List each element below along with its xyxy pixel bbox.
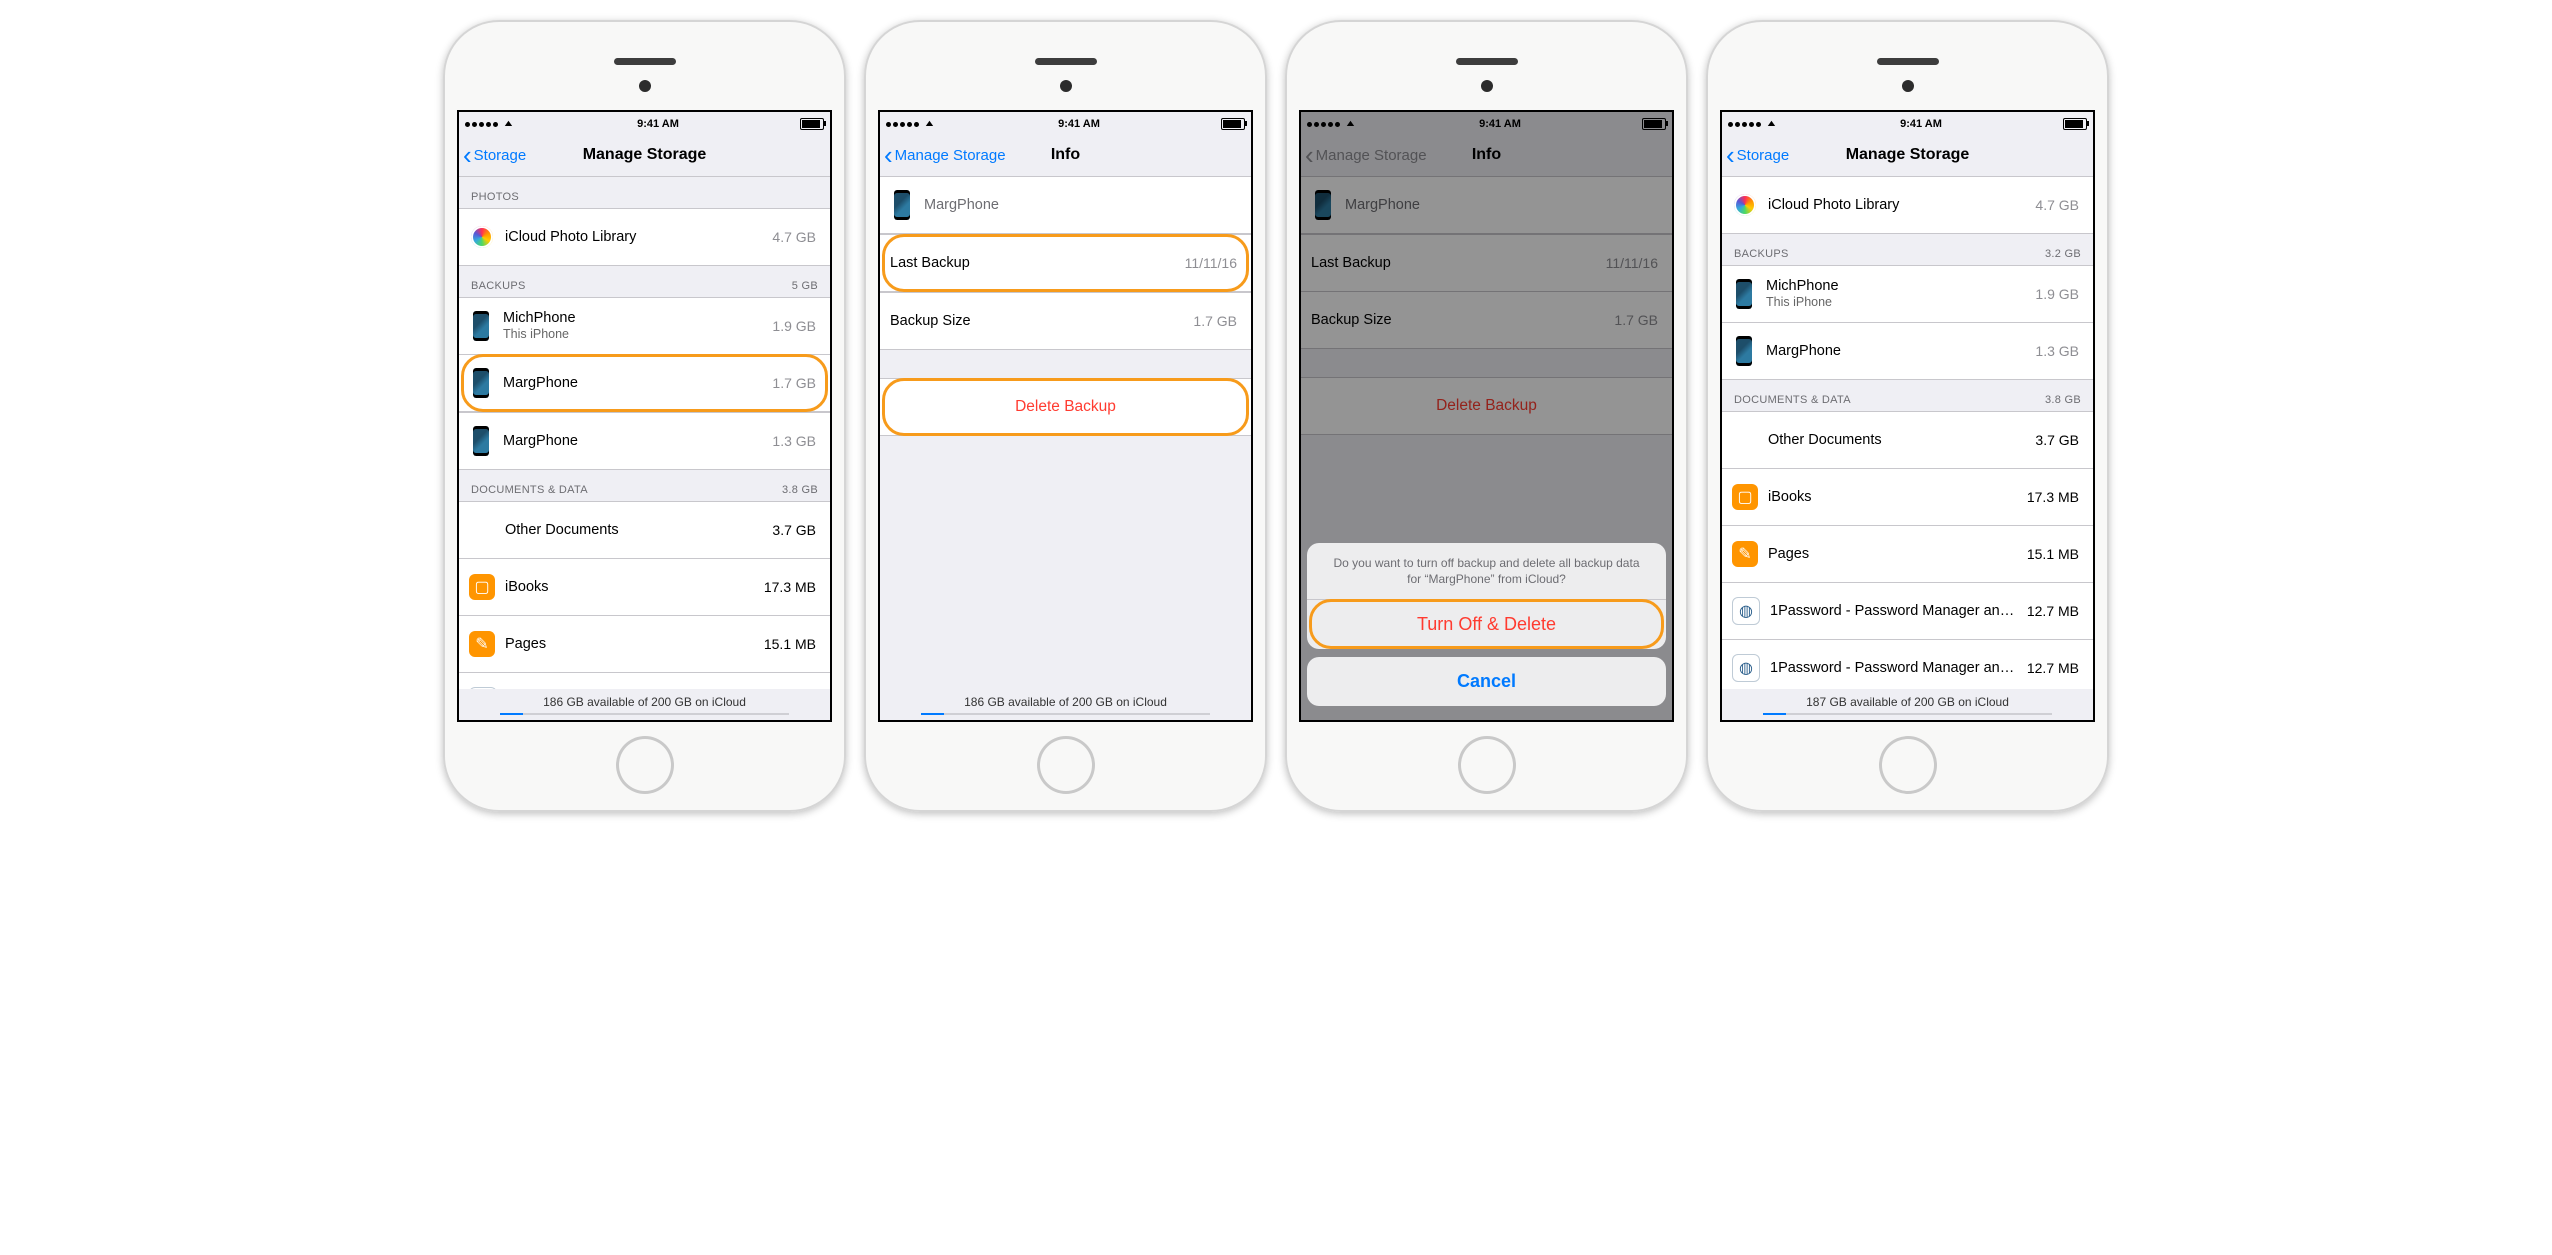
battery-icon <box>1221 118 1245 130</box>
photos-icon <box>469 224 495 250</box>
ibooks-icon: ▢ <box>469 574 495 600</box>
cloud-icon: ☁︎ <box>1732 427 1758 453</box>
phone-frame: 9:41 AM ‹Storage Manage Storage PHOTOS i… <box>443 20 846 812</box>
status-time: 9:41 AM <box>637 118 679 130</box>
section-header-photos: PHOTOS <box>459 177 830 208</box>
onepassword-icon: ◍ <box>1732 597 1760 625</box>
device-icon <box>473 368 489 398</box>
row-backup-size: Backup Size 1.7 GB <box>880 292 1251 350</box>
chevron-left-icon: ‹ <box>884 145 893 165</box>
screen-delete-confirm: 9:41 AM ‹Manage Storage Info MargPhone L… <box>1299 110 1674 722</box>
device-icon <box>473 311 489 341</box>
chevron-left-icon: ‹ <box>463 145 472 165</box>
turn-off-and-delete-button[interactable]: Turn Off & Delete <box>1307 599 1666 649</box>
status-bar: 9:41 AM <box>880 112 1251 134</box>
backup-row-margphone-highlighted[interactable]: MargPhone 1.7 GB <box>459 354 830 412</box>
nav-bar: ‹Manage Storage Info <box>880 134 1251 177</box>
ibooks-icon: ▢ <box>1732 484 1758 510</box>
wifi-icon <box>504 120 516 129</box>
docs-row-other[interactable]: ☁︎ Other Documents 3.7 GB <box>459 501 830 558</box>
cloud-icon: ☁︎ <box>469 517 495 543</box>
docs-row-ibooks[interactable]: ▢ iBooks 17.3 MB <box>459 558 830 615</box>
section-header-docs: DOCUMENTS & DATA3.8 GB <box>1722 380 2093 411</box>
row-last-backup: Last Backup 11/11/16 <box>880 234 1251 292</box>
device-name: MargPhone <box>924 197 1241 213</box>
storage-footer: 186 GB available of 200 GB on iCloud <box>459 689 830 722</box>
device-icon <box>1736 279 1752 309</box>
action-sheet: Do you want to turn off backup and delet… <box>1307 543 1666 714</box>
status-time: 9:41 AM <box>1900 118 1942 130</box>
wifi-icon <box>925 120 937 129</box>
backup-row-michphone[interactable]: MichPhoneThis iPhone 1.9 GB <box>459 297 830 354</box>
device-header-row: MargPhone <box>880 177 1251 234</box>
nav-bar: ‹Storage Manage Storage <box>459 134 830 177</box>
section-header-backups: BACKUPS3.2 GB <box>1722 234 2093 265</box>
battery-icon <box>2063 118 2087 130</box>
status-bar: 9:41 AM <box>459 112 830 134</box>
chevron-left-icon: ‹ <box>1726 145 1735 165</box>
device-icon <box>894 190 910 220</box>
docs-row-other[interactable]: ☁︎ Other Documents 3.7 GB <box>1722 411 2093 468</box>
phone-frame: 9:41 AM ‹Manage Storage Info MargPhone L… <box>864 20 1267 812</box>
backup-row-margphone-2[interactable]: MargPhone 1.3 GB <box>459 412 830 470</box>
wifi-icon <box>1767 120 1779 129</box>
back-label: Manage Storage <box>895 147 1006 164</box>
section-header-backups: BACKUPS5 GB <box>459 266 830 297</box>
phone-frame: 9:41 AM ‹Storage Manage Storage iCloud P… <box>1706 20 2109 812</box>
device-icon <box>1736 336 1752 366</box>
cell-icloud-photo-library[interactable]: iCloud Photo Library 4.7 GB <box>459 208 830 266</box>
docs-row-1password-1[interactable]: ◍ 1Password - Password Manager an… 12.7 … <box>1722 582 2093 639</box>
storage-footer: 187 GB available of 200 GB on iCloud <box>1722 689 2093 722</box>
screen-backup-info: 9:41 AM ‹Manage Storage Info MargPhone L… <box>878 110 1253 722</box>
section-header-docs: DOCUMENTS & DATA3.8 GB <box>459 470 830 501</box>
onepassword-icon: ◍ <box>1732 654 1760 682</box>
backup-row-margphone[interactable]: MargPhone 1.3 GB <box>1722 322 2093 380</box>
docs-row-pages[interactable]: ✎ Pages 15.1 MB <box>1722 525 2093 582</box>
status-bar: 9:41 AM <box>1722 112 2093 134</box>
docs-row-1password-2[interactable]: ◍ 1Password - Password Manager an… 12.7 … <box>1722 639 2093 696</box>
docs-row-ibooks[interactable]: ▢ iBooks 17.3 MB <box>1722 468 2093 525</box>
docs-row-pages[interactable]: ✎ Pages 15.1 MB <box>459 615 830 672</box>
backup-row-michphone[interactable]: MichPhoneThis iPhone 1.9 GB <box>1722 265 2093 322</box>
status-time: 9:41 AM <box>1058 118 1100 130</box>
battery-icon <box>800 118 824 130</box>
back-label: Storage <box>1737 147 1790 164</box>
cancel-button[interactable]: Cancel <box>1307 657 1666 706</box>
pages-icon: ✎ <box>1732 541 1758 567</box>
back-button[interactable]: ‹Storage <box>1722 145 1789 165</box>
back-button[interactable]: ‹Storage <box>459 145 526 165</box>
phone-frame: 9:41 AM ‹Manage Storage Info MargPhone L… <box>1285 20 1688 812</box>
back-label: Storage <box>474 147 527 164</box>
back-button[interactable]: ‹Manage Storage <box>880 145 1006 165</box>
screen-manage-storage-2: 9:41 AM ‹Storage Manage Storage iCloud P… <box>1720 110 2095 722</box>
action-sheet-message: Do you want to turn off backup and delet… <box>1307 543 1666 599</box>
nav-bar: ‹Storage Manage Storage <box>1722 134 2093 177</box>
device-icon <box>473 426 489 456</box>
cell-icloud-photo-library[interactable]: iCloud Photo Library 4.7 GB <box>1722 177 2093 234</box>
pages-icon: ✎ <box>469 631 495 657</box>
screen-manage-storage-1: 9:41 AM ‹Storage Manage Storage PHOTOS i… <box>457 110 832 722</box>
photos-icon <box>1732 192 1758 218</box>
delete-backup-button[interactable]: Delete Backup <box>880 378 1251 436</box>
storage-footer: 186 GB available of 200 GB on iCloud <box>880 689 1251 722</box>
